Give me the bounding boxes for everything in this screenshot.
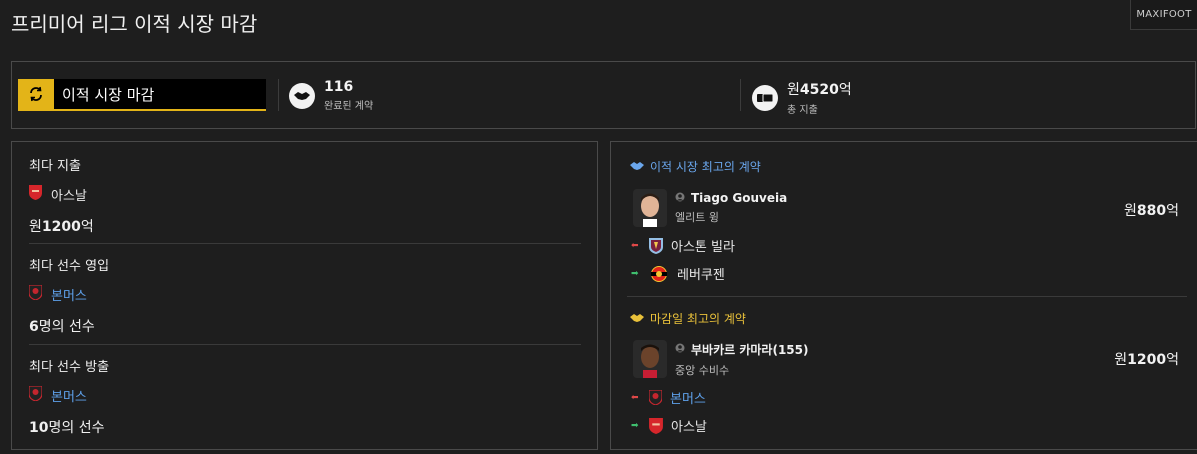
best-deadline-from-club[interactable]: 본머스 xyxy=(670,388,706,407)
most-incoming-title: 최다 선수 영입 xyxy=(29,259,110,274)
best-deadline-player-name: 부바카르 카마라(155) xyxy=(691,342,809,357)
best-deadline-player-position: 중앙 수비수 xyxy=(675,363,730,377)
best-window-player-position: 엘리트 윙 xyxy=(675,211,719,224)
refresh-icon xyxy=(18,79,54,109)
best-deadline-to: ➡ 아스날 xyxy=(631,416,707,435)
top-spender-section: 최다 지출 아스날 원1200억 xyxy=(29,155,581,236)
arsenal-crest-icon xyxy=(649,417,663,434)
spend-value: 원4520억 xyxy=(787,82,852,98)
user-icon xyxy=(675,342,685,356)
divider xyxy=(278,79,279,111)
top-spender-value: 원1200억 xyxy=(29,219,94,235)
arsenal-crest-icon xyxy=(29,185,42,204)
divider xyxy=(29,243,581,244)
best-deadline-heading-text: 마감일 최고의 계약 xyxy=(650,312,746,326)
most-incoming-club[interactable]: 본머스 xyxy=(51,285,87,304)
best-window-from-club[interactable]: 아스톤 빌라 xyxy=(671,236,735,255)
top-spender-title: 최다 지출 xyxy=(29,159,81,174)
spend-stat: 원4520억 총 지출 xyxy=(752,79,852,116)
summary-bar: 이적 시장 마감 116 완료된 계약 원4520억 총 지출 xyxy=(11,61,1196,129)
divider xyxy=(740,79,741,111)
money-icon xyxy=(752,84,778,111)
brand-logo: MAXIFOOT xyxy=(1130,0,1197,30)
player-photo xyxy=(633,189,667,227)
leverkusen-crest-icon xyxy=(649,265,669,282)
best-deadline-from: ⬅ 본머스 xyxy=(631,388,706,407)
club-records-panel: 최다 지출 아스날 원1200억 최다 선수 영입 본머스 6명의 선수 최다 … xyxy=(11,141,598,450)
deals-value: 116 xyxy=(324,79,354,95)
best-window-fee: 원880억 xyxy=(1123,203,1179,219)
aston-villa-crest-icon xyxy=(649,237,663,254)
most-incoming-value: 6명의 선수 xyxy=(29,319,95,335)
handshake-icon xyxy=(289,82,315,109)
bournemouth-crest-icon xyxy=(28,284,43,304)
deals-label: 완료된 계약 xyxy=(324,101,374,112)
player-photo xyxy=(633,340,667,378)
user-icon xyxy=(675,191,685,205)
best-deadline-fee: 원1200억 xyxy=(1114,352,1179,368)
most-outgoing-title: 최다 선수 방출 xyxy=(29,360,110,375)
deals-stat: 116 완료된 계약 xyxy=(289,79,373,112)
best-deadline-heading: 마감일 최고의 계약 xyxy=(629,310,746,327)
best-window-from: ⬅ 아스톤 빌라 xyxy=(631,236,735,255)
divider xyxy=(29,344,581,345)
best-deadline-player[interactable]: 부바카르 카마라(155) 중앙 수비수 xyxy=(633,340,808,378)
best-window-to: ➡ 레버쿠젠 xyxy=(631,264,725,283)
bournemouth-crest-icon xyxy=(649,390,662,405)
most-outgoing-club[interactable]: 본머스 xyxy=(51,386,87,405)
divider xyxy=(627,296,1187,297)
top-spender-club[interactable]: 아스날 xyxy=(51,185,87,204)
best-window-to-club[interactable]: 레버쿠젠 xyxy=(677,264,725,283)
page-title: 프리미어 리그 이적 시장 마감 xyxy=(11,12,258,36)
best-window-player[interactable]: Tiago Gouveia 엘리트 윙 xyxy=(633,189,787,227)
handshake-icon xyxy=(629,312,645,326)
best-deals-panel: 이적 시장 최고의 계약 Tiago Gouveia 엘리트 윙 원880억 ⬅ xyxy=(610,141,1197,450)
deadline-label: 이적 시장 마감 xyxy=(62,85,155,104)
most-outgoing-section: 최다 선수 방출 본머스 10명의 선수 xyxy=(28,356,581,437)
best-window-heading: 이적 시장 최고의 계약 xyxy=(629,158,761,175)
most-outgoing-value: 10명의 선수 xyxy=(29,420,105,436)
best-deadline-to-club[interactable]: 아스날 xyxy=(671,416,707,435)
arrow-left-icon: ⬅ xyxy=(631,240,639,251)
deadline-box: 이적 시장 마감 xyxy=(18,79,266,111)
handshake-icon xyxy=(629,160,645,174)
best-window-player-name: Tiago Gouveia xyxy=(691,191,788,205)
spend-label: 총 지출 xyxy=(787,105,818,116)
arrow-right-icon: ➡ xyxy=(631,268,639,279)
arrow-right-icon: ➡ xyxy=(631,420,639,431)
best-window-heading-text: 이적 시장 최고의 계약 xyxy=(650,160,761,174)
arrow-left-icon: ⬅ xyxy=(631,392,639,403)
most-incoming-section: 최다 선수 영입 본머스 6명의 선수 xyxy=(28,255,581,336)
bournemouth-crest-icon xyxy=(28,385,43,405)
